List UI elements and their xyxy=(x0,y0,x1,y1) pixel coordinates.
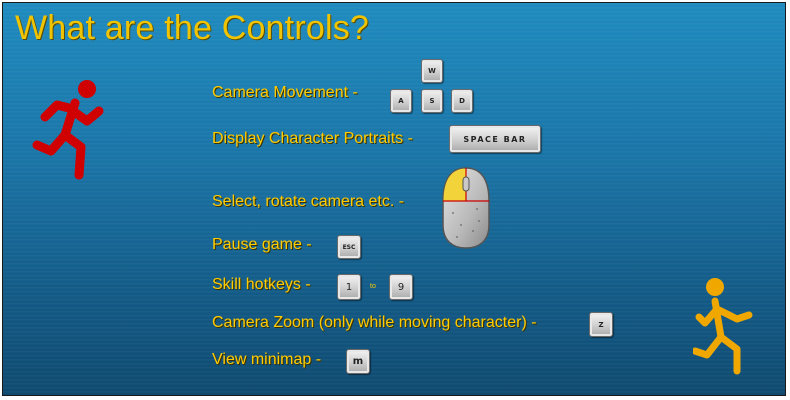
view-minimap-label: View minimap - xyxy=(212,351,322,368)
skill-hotkeys-label: Skill hotkeys - xyxy=(212,276,311,293)
character-portraits-label: Display Character Portraits - xyxy=(212,130,413,147)
key-1: 1 xyxy=(337,274,361,300)
key-a: A xyxy=(390,89,412,113)
key-esc: ESC xyxy=(337,235,361,259)
camera-movement-label: Camera Movement - xyxy=(212,84,358,101)
select-rotate-label: Select, rotate camera etc. - xyxy=(212,193,405,210)
running-man-icon xyxy=(32,80,104,180)
to-text: to xyxy=(370,283,376,290)
key-9: 9 xyxy=(389,274,413,300)
camera-zoom-label: Camera Zoom (only while moving character… xyxy=(212,314,537,331)
key-s: S xyxy=(421,89,443,113)
pause-game-label: Pause game - xyxy=(212,236,312,253)
page-title: What are the Controls? xyxy=(15,9,370,47)
key-z: Z xyxy=(589,312,613,337)
key-d: D xyxy=(451,89,473,113)
mouse-icon xyxy=(442,167,490,249)
controls-panel: What are the Controls? Camera Movement -… xyxy=(2,2,786,396)
key-space-bar: SPACE BAR xyxy=(449,125,541,153)
running-man-icon xyxy=(693,278,753,375)
key-m: m xyxy=(346,349,370,374)
key-w: W xyxy=(421,59,443,83)
